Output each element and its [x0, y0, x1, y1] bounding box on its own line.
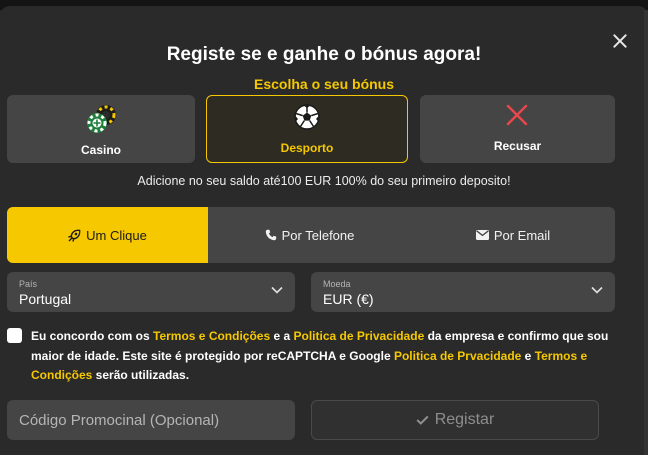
- tab-phone[interactable]: Por Telefone: [208, 207, 411, 263]
- tab-label: Por Email: [493, 227, 551, 243]
- country-select-value: Portugal: [19, 291, 72, 307]
- currency-select-label: Moeda: [323, 279, 351, 289]
- register-button[interactable]: Registar: [311, 400, 599, 440]
- register-button-label: Registar: [434, 411, 495, 428]
- country-select-label: País: [19, 279, 38, 289]
- registration-method-tabs: Um Clique Por Telefone Por Email: [7, 207, 615, 263]
- page-right-strip: [644, 10, 648, 455]
- envelope-icon: [475, 230, 489, 240]
- modal-subtitle: Escolha o seu bónus: [253, 76, 395, 92]
- terms-link[interactable]: Termos e Condições: [153, 329, 270, 343]
- terms-text-part: e: [521, 348, 535, 363]
- currency-select-value: EUR (€): [323, 291, 374, 307]
- bonus-option-label: Recusar: [493, 139, 542, 153]
- tab-label: Um Clique: [86, 227, 147, 243]
- bonus-promo-text: Adicione no seu saldo até100 EUR 100% do…: [137, 174, 511, 188]
- chevron-down-icon: [271, 286, 283, 294]
- bonus-option-sport[interactable]: Desporto: [206, 95, 408, 163]
- bonus-option-refuse[interactable]: Recusar: [420, 95, 615, 163]
- phone-icon: [265, 229, 276, 241]
- privacy-link[interactable]: Politica de Privacidade: [294, 329, 425, 343]
- google-privacy-link[interactable]: Politica de Prvacidade: [394, 349, 521, 363]
- terms-checkbox[interactable]: [7, 328, 22, 343]
- promo-code-input[interactable]: [7, 400, 295, 440]
- bonus-option-label: Desporto: [280, 141, 334, 155]
- soccer-ball-icon: [294, 104, 320, 130]
- check-icon: [416, 415, 429, 425]
- modal-title: Registe se e ganhe o bónus agora!: [166, 44, 482, 65]
- terms-text-part: Eu concordo com os: [31, 329, 154, 343]
- rocket-icon: [68, 229, 81, 242]
- red-x-icon: [506, 104, 528, 126]
- casino-chips-icon: [87, 105, 116, 133]
- registration-modal: Registe se e ganhe o bónus agora! Escolh…: [0, 6, 648, 455]
- currency-select[interactable]: Moeda EUR (€): [311, 272, 615, 312]
- tab-label: Por Telefone: [281, 227, 355, 243]
- bonus-option-label: Casino: [80, 143, 121, 157]
- tab-one-click[interactable]: Um Clique: [7, 207, 208, 263]
- terms-text: Eu concordo com os Termos e Condições e …: [31, 327, 621, 386]
- country-select[interactable]: País Portugal: [7, 272, 295, 312]
- bonus-option-casino[interactable]: Casino: [7, 95, 195, 163]
- chevron-down-icon: [591, 286, 603, 294]
- tab-email[interactable]: Por Email: [411, 207, 615, 263]
- terms-text-part: e a: [270, 329, 294, 343]
- terms-text-part: serão utilizadas.: [92, 368, 190, 382]
